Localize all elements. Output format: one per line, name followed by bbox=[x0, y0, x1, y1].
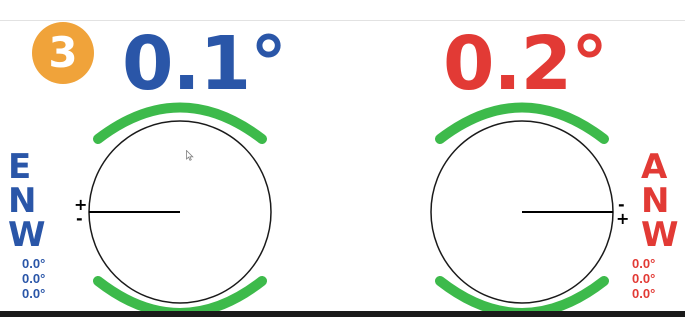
left-label-letter-1: E bbox=[8, 147, 32, 187]
left-value-2: 0.0° bbox=[22, 271, 46, 286]
status-bar bbox=[0, 311, 685, 317]
gauges-graphic bbox=[88, 102, 614, 317]
left-gauge bbox=[88, 102, 272, 317]
left-value-3: 0.0° bbox=[22, 286, 46, 301]
alignment-screen: 3 0.1° 0.2° E N W 0.0° 0.0° 0.0° + - A N… bbox=[0, 0, 685, 317]
right-label-letter-3: W bbox=[641, 215, 679, 255]
right-label-letter-2: N bbox=[641, 181, 670, 221]
right-gauge-bottom-green-arc bbox=[435, 276, 609, 317]
right-gauge-top-green-arc bbox=[435, 102, 609, 144]
right-value-2: 0.0° bbox=[632, 271, 656, 286]
left-label-letter-2: N bbox=[8, 181, 37, 221]
left-gauge-top-green-arc bbox=[93, 102, 267, 144]
right-value-1: 0.0° bbox=[632, 256, 656, 271]
left-sign-bottom: - bbox=[76, 209, 83, 228]
right-gauge bbox=[430, 102, 614, 317]
mouse-pointer-icon bbox=[186, 149, 194, 164]
left-gauge-bottom-green-arc bbox=[93, 276, 267, 317]
left-value-1: 0.0° bbox=[22, 256, 46, 271]
right-label-letter-1: A bbox=[641, 147, 668, 187]
right-sign-bottom: + bbox=[616, 209, 630, 228]
left-label-letter-3: W bbox=[8, 215, 46, 255]
right-value-3: 0.0° bbox=[632, 286, 656, 301]
